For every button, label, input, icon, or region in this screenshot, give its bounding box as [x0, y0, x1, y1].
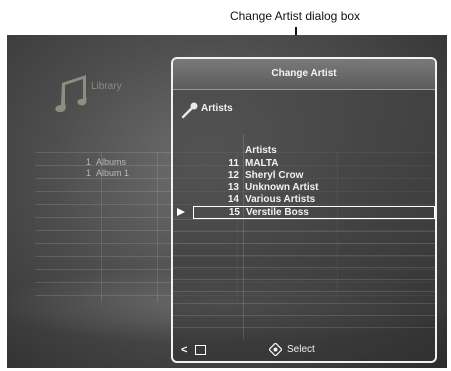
artist-row[interactable]: 14 Various Artists — [173, 194, 435, 206]
dialog-title: Change Artist — [271, 68, 337, 79]
library-label: Library — [91, 81, 122, 92]
change-artist-dialog: Change Artist Artists Artists 11 MALTA 1… — [171, 57, 437, 363]
background-list-item[interactable]: 1 Album 1 — [67, 158, 129, 188]
artist-row-selected[interactable]: 15 Verstile Boss — [193, 206, 435, 219]
artist-name: Unknown Artist — [245, 182, 319, 193]
microphone-icon — [181, 102, 198, 119]
dialog-footer: < Select — [173, 339, 435, 361]
select-label: Select — [287, 344, 315, 355]
dialog-titlebar: Change Artist — [173, 59, 435, 90]
artist-row[interactable]: 13 Unknown Artist — [173, 182, 435, 194]
artist-name: Sheryl Crow — [245, 170, 304, 181]
tv-screen: Library 1 Albums 1 Album 1 Change Artist A… — [7, 35, 447, 368]
background-item-label: Album 1 — [96, 168, 130, 178]
artist-number: 15 — [228, 207, 240, 218]
dialog-list-lines — [173, 219, 435, 339]
artist-name: Various Artists — [245, 194, 316, 205]
callout-label: Change Artist dialog box — [229, 9, 361, 23]
artist-number: 14 — [227, 194, 239, 205]
background-item-number: 1 — [86, 168, 92, 178]
background-column-divider — [157, 152, 158, 302]
dialog-heading: Artists — [201, 103, 233, 114]
list-header: Artists — [245, 145, 277, 156]
artist-list: 11 MALTA 12 Sheryl Crow 13 Unknown Artis… — [173, 158, 435, 219]
artist-number: 13 — [227, 182, 239, 193]
selected-row-wrapper: 15 Verstile Boss — [173, 206, 435, 219]
artist-row[interactable]: 11 MALTA — [173, 158, 435, 170]
navigation-pad-icon — [269, 343, 282, 356]
artist-name: Verstile Boss — [246, 207, 309, 218]
selection-pointer-icon — [177, 208, 185, 216]
artist-name: MALTA — [245, 158, 279, 169]
back-button-icon[interactable] — [195, 345, 206, 355]
back-arrow-icon[interactable]: < — [181, 344, 187, 356]
artist-number: 11 — [228, 158, 239, 169]
music-note-icon — [55, 75, 87, 113]
artist-number: 12 — [227, 170, 239, 181]
artist-row[interactable]: 12 Sheryl Crow — [173, 170, 435, 182]
